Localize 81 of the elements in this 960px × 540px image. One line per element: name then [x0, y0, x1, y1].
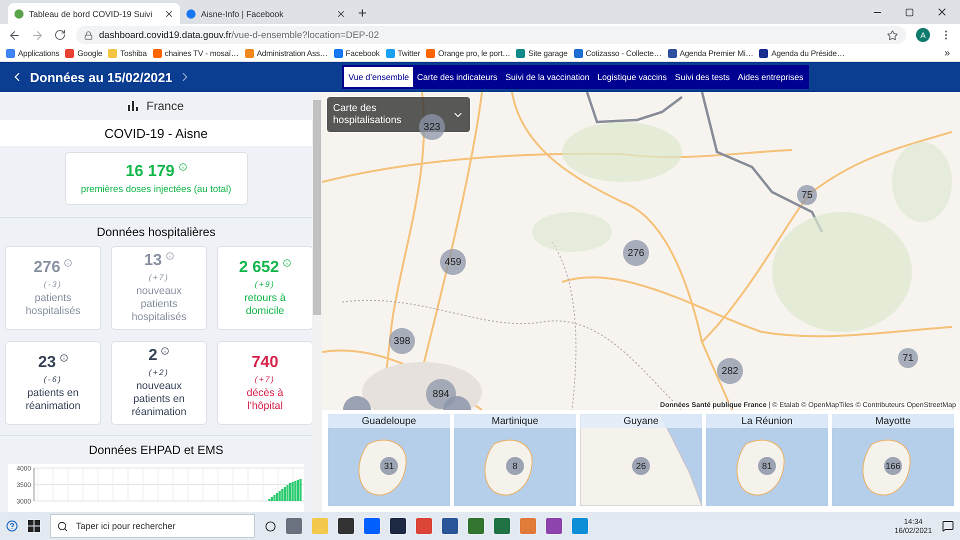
territory-map[interactable]: Guyane 26 [580, 414, 702, 506]
stat-label: premières doses injectées (au total) [80, 184, 232, 194]
nav-tab[interactable]: Suivi des tests [670, 67, 734, 87]
territory-map[interactable]: Mayotte 166 [832, 414, 954, 506]
stat-label: nouveaux patients en réanimation [130, 380, 188, 419]
date-title: Données au 15/02/2021 [30, 70, 172, 84]
windows-logo-icon[interactable] [28, 520, 40, 532]
territory-name: Mayotte [832, 414, 954, 428]
stat-label: patients en réanimation [24, 386, 82, 412]
nav-tab[interactable]: Aides entreprises [734, 67, 808, 87]
stat-value: 276 [34, 258, 60, 276]
address-field[interactable]: dashboard.covid19.data.gouv.fr/vue-d-ensemble?location=DEP-02 [76, 26, 906, 44]
stat-change: (-3) [44, 280, 62, 288]
nav-tab[interactable]: Carte des indicateurs [413, 67, 502, 87]
browser-tab[interactable]: Aisne-Info | Facebook [180, 3, 352, 24]
stat-change: (-6) [44, 374, 62, 384]
stat-value: 13 [144, 252, 162, 270]
stat-change: (+7) [148, 273, 170, 282]
nav-tab[interactable]: Suivi de la vaccination [501, 67, 594, 87]
stat-change: (+7) [254, 374, 276, 384]
browser-tab[interactable]: Tableau de bord COVID-19 Suivi [8, 3, 180, 24]
bookmark-link[interactable]: Google [65, 49, 102, 58]
info-icon[interactable] [161, 347, 170, 355]
circle-icon[interactable] [265, 520, 276, 532]
stat-label: décès à l’hôpital [246, 386, 284, 412]
bookmark-link[interactable]: Administration Ass… [244, 49, 328, 58]
stat-change: (+9) [254, 280, 276, 288]
profile-avatar[interactable]: A [916, 28, 930, 42]
back-icon[interactable] [8, 28, 21, 42]
help-icon[interactable] [6, 520, 18, 532]
bar-chart-icon [128, 101, 138, 111]
close-icon[interactable] [164, 8, 174, 18]
section-title: Données EHPAD et EMS [88, 442, 224, 459]
stat-label: patients hospitalisés [24, 292, 82, 318]
reload-icon[interactable] [54, 29, 66, 41]
bookmark-link[interactable]: Site garage [516, 49, 568, 58]
nav-tab[interactable]: Logistique vaccins [593, 67, 671, 87]
territory-name: Guadeloupe [328, 414, 450, 428]
close-icon[interactable] [936, 6, 948, 18]
restore-icon[interactable] [905, 8, 914, 16]
info-icon[interactable] [60, 354, 68, 362]
bookmark-link[interactable]: Facebook [334, 49, 380, 58]
bookmark-link[interactable]: Agenda du Préside… [759, 49, 845, 58]
territory-name: Martinique [454, 414, 576, 428]
search-field[interactable]: Taper ici pour rechercher [50, 514, 255, 538]
site-icon [14, 8, 24, 18]
star-icon[interactable] [887, 30, 898, 40]
forward-icon[interactable] [31, 28, 44, 42]
bookmark-link[interactable]: Toshiba [108, 49, 147, 58]
bookmark-link[interactable]: Applications [6, 49, 60, 58]
bookmark-link[interactable]: Orange pro, le port… [426, 49, 510, 58]
scope-button[interactable]: France [0, 92, 312, 120]
close-icon[interactable] [336, 8, 346, 18]
stat-value: 740 [252, 354, 278, 372]
bookmark-link[interactable]: Twitter [386, 49, 420, 58]
more-bookmarks-button[interactable]: » [940, 48, 954, 59]
territory-map[interactable]: Guadeloupe 31 [328, 414, 450, 506]
stat-change: (+2) [148, 368, 170, 377]
notification-icon[interactable] [942, 520, 954, 532]
territory-map[interactable]: Martinique 8 [454, 414, 576, 506]
search-icon [57, 520, 68, 532]
bookmark-link[interactable]: Agenda Premier Mi… [668, 49, 754, 58]
territory-name: Guyane [580, 414, 702, 428]
bookmark-link[interactable]: Cotizasso - Collecte… [574, 49, 662, 58]
stat-value: 16 179 [126, 162, 175, 180]
scrollbar[interactable] [312, 92, 322, 512]
region-title: COVID-19 - Aisne [0, 120, 312, 146]
stat-label: nouveaux patients hospitalisés [130, 285, 188, 324]
stat-label: retours à domicile [243, 292, 287, 318]
bar-chart-drawing [268, 479, 302, 501]
territory-name: La Réunion [706, 414, 828, 428]
lock-icon [84, 30, 93, 40]
site-icon [186, 8, 196, 18]
territory-map[interactable]: La Réunion 81 [706, 414, 828, 506]
stat-value: 23 [38, 354, 56, 372]
nav-tab[interactable]: Vue d’ensemble [344, 67, 414, 87]
stat-value: 2 652 [238, 258, 280, 276]
new-tab-button[interactable]: + [352, 3, 373, 24]
bookmark-link[interactable]: chaines TV - mosaï… [152, 49, 239, 58]
section-title: Données hospitalières [96, 224, 216, 241]
stat-value: 2 [148, 347, 158, 365]
